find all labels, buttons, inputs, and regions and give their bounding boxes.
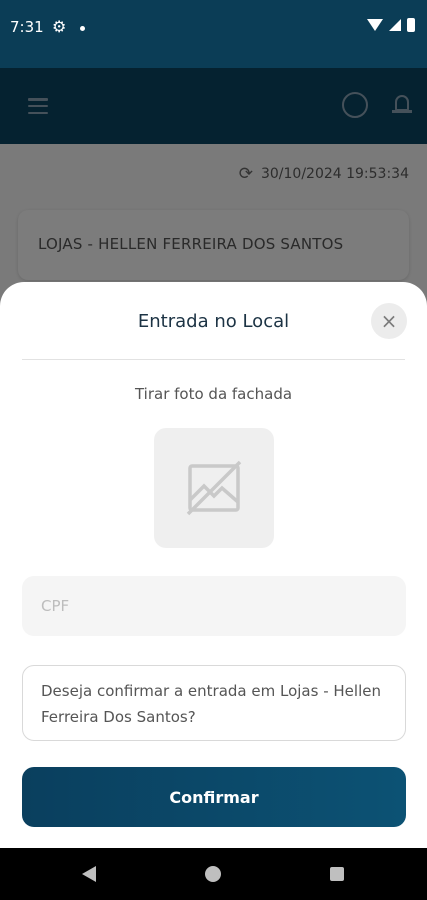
status-bar: 7:31 ⚙ — [0, 0, 427, 68]
sync-icon[interactable]: ⟳ — [239, 164, 253, 184]
notification-dot-icon — [80, 26, 85, 31]
store-card[interactable]: LOJAS - HELLEN FERREIRA DOS SANTOS — [18, 210, 409, 280]
status-time: 7:31 — [10, 18, 44, 36]
menu-icon[interactable] — [28, 98, 48, 114]
notification-bell-icon[interactable] — [392, 93, 412, 117]
entry-bottom-sheet: Entrada no Local × Tirar foto da fachada… — [0, 282, 427, 848]
sync-datetime: 30/10/2024 19:53:34 — [260, 166, 409, 182]
confirm-button[interactable]: Confirmar — [22, 767, 406, 827]
close-button[interactable]: × — [371, 303, 407, 339]
home-icon[interactable] — [205, 866, 221, 882]
cpf-input[interactable] — [22, 576, 406, 636]
store-card-title: LOJAS - HELLEN FERREIRA DOS SANTOS — [38, 235, 344, 253]
take-photo-button[interactable] — [154, 428, 274, 548]
whatsapp-icon[interactable] — [342, 92, 368, 118]
app-bar — [0, 68, 427, 144]
main-content: ⟳ 30/10/2024 19:53:34 LOJAS - HELLEN FER… — [0, 144, 427, 304]
recent-apps-icon[interactable] — [330, 867, 344, 881]
divider — [22, 359, 405, 360]
system-nav-bar — [0, 848, 427, 900]
sheet-title: Entrada no Local — [137, 311, 290, 332]
back-icon[interactable] — [82, 866, 96, 882]
close-icon: × — [380, 309, 398, 333]
cell-signal-icon — [389, 19, 401, 31]
confirm-message: Deseja confirmar a entrada em Lojas - He… — [22, 665, 406, 741]
sync-status: ⟳ 30/10/2024 19:53:34 — [239, 164, 409, 184]
image-placeholder-icon — [186, 460, 242, 516]
settings-gear-icon: ⚙ — [52, 17, 67, 36]
status-icons — [367, 18, 415, 32]
photo-label: Tirar foto da fachada — [134, 385, 293, 403]
wifi-icon — [367, 19, 383, 31]
battery-icon — [407, 18, 415, 32]
